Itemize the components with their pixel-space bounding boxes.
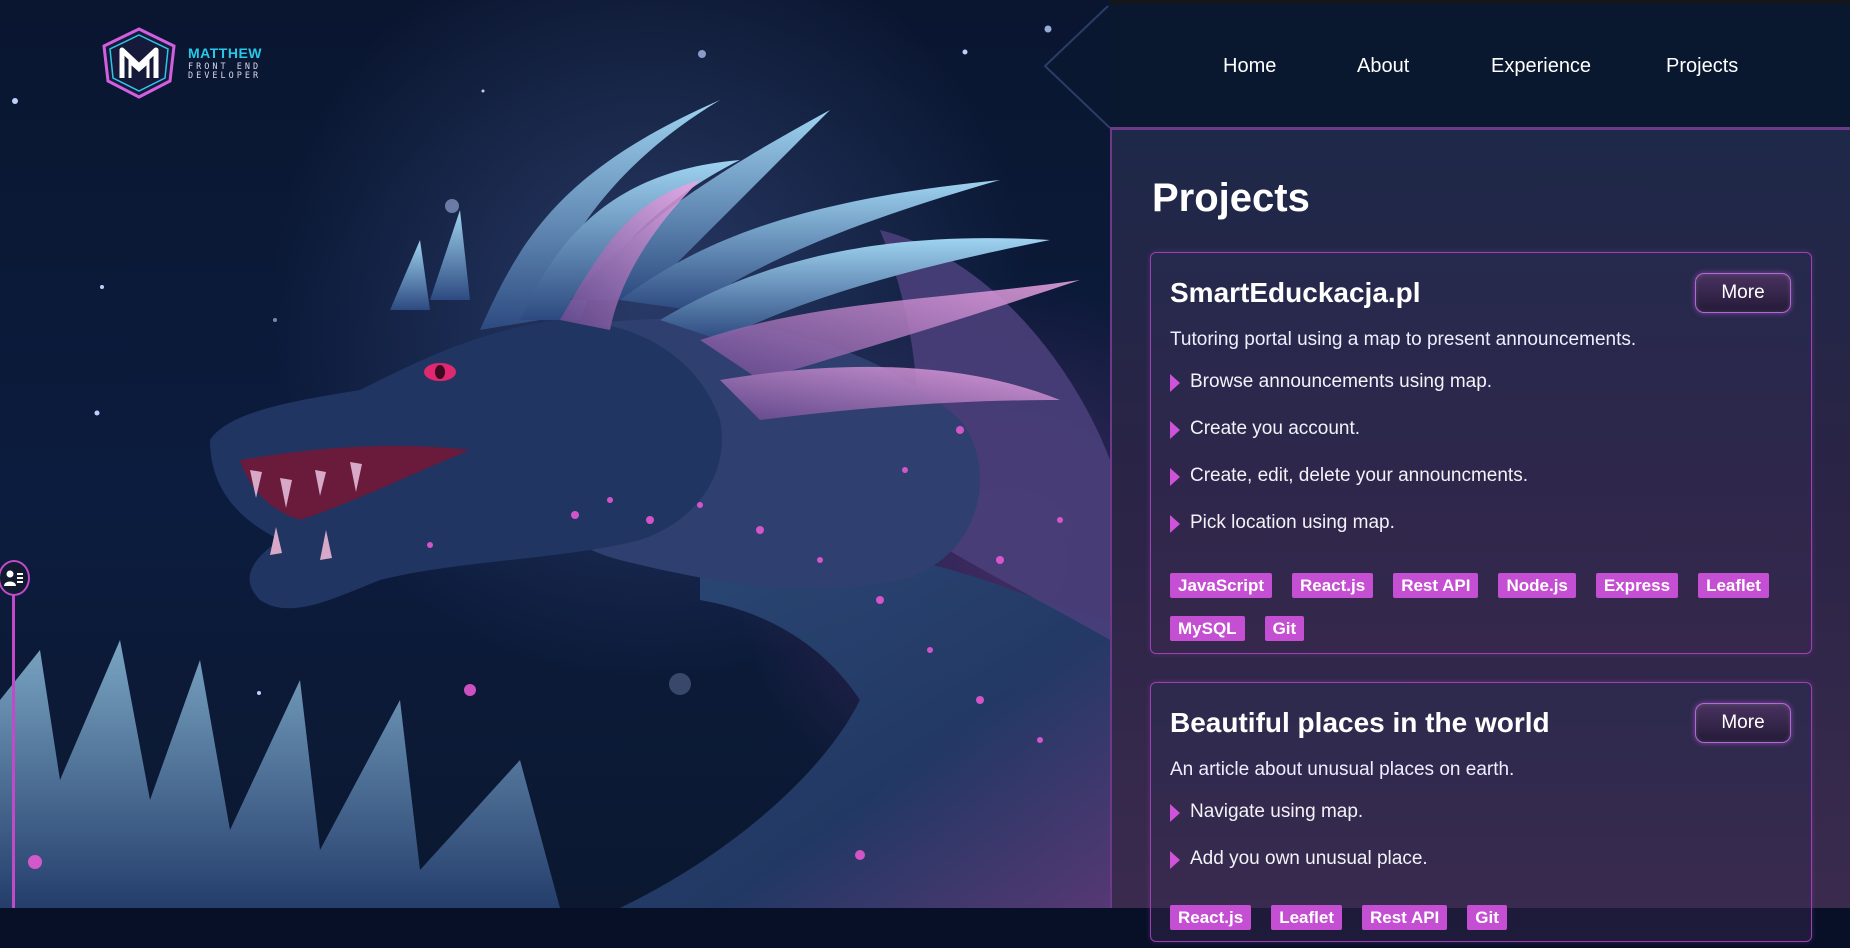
side-timeline-line bbox=[12, 592, 15, 908]
tech-tag: Node.js bbox=[1498, 573, 1576, 598]
tech-tag: Rest API bbox=[1393, 573, 1479, 598]
tech-tag: Express bbox=[1595, 573, 1679, 598]
feature-item: Pick location using map. bbox=[1170, 512, 1528, 559]
feature-text: Browse announcements using map. bbox=[1190, 371, 1493, 392]
feature-item: Create you account. bbox=[1170, 418, 1528, 465]
tech-tag: Git bbox=[1264, 616, 1305, 641]
project-description: Tutoring portal using a map to present a… bbox=[1170, 329, 1637, 350]
tech-tags: JavaScript React.js Rest API Node.js Exp… bbox=[1170, 573, 1800, 659]
project-title: Beautiful places in the world bbox=[1170, 707, 1550, 738]
more-button[interactable]: More bbox=[1695, 273, 1791, 313]
triangle-bullet-icon bbox=[1170, 851, 1180, 869]
tech-tags: React.js Leaflet Rest API Git bbox=[1170, 905, 1800, 948]
tech-tag: JavaScript bbox=[1170, 573, 1272, 598]
tech-tag: Git bbox=[1467, 905, 1507, 930]
hero-dragon-image bbox=[0, 0, 1110, 908]
feature-item: Add you own unusual place. bbox=[1170, 848, 1428, 895]
triangle-bullet-icon bbox=[1170, 421, 1180, 439]
tech-tag: React.js bbox=[1292, 573, 1374, 598]
feature-text: Add you own unusual place. bbox=[1190, 848, 1428, 869]
feature-text: Create you account. bbox=[1190, 418, 1361, 439]
feature-item: Navigate using map. bbox=[1170, 801, 1428, 848]
feature-list: Browse announcements using map. Create y… bbox=[1170, 371, 1528, 559]
tech-tag: MySQL bbox=[1170, 616, 1245, 641]
tech-tag: React.js bbox=[1170, 905, 1252, 930]
tech-tag: Rest API bbox=[1362, 905, 1448, 930]
feature-text: Create, edit, delete your announcments. bbox=[1190, 465, 1528, 486]
triangle-bullet-icon bbox=[1170, 468, 1180, 486]
tech-tag: Leaflet bbox=[1271, 905, 1342, 930]
feature-list: Navigate using map. Add you own unusual … bbox=[1170, 801, 1428, 895]
triangle-bullet-icon bbox=[1170, 374, 1180, 392]
projects-panel[interactable]: Projects SmartEduckacja.pl More Tutoring… bbox=[1110, 128, 1850, 942]
contact-card-icon bbox=[4, 570, 23, 586]
more-button[interactable]: More bbox=[1695, 703, 1791, 743]
feature-item: Browse announcements using map. bbox=[1170, 371, 1528, 418]
triangle-bullet-icon bbox=[1170, 515, 1180, 533]
project-title: SmartEduckacja.pl bbox=[1170, 277, 1421, 308]
nav-link-home[interactable]: Home bbox=[1223, 55, 1276, 78]
nav-link-experience[interactable]: Experience bbox=[1491, 55, 1591, 78]
project-card: SmartEduckacja.pl More Tutoring portal u… bbox=[1150, 252, 1812, 654]
main-nav: Home About Experience Projects bbox=[0, 55, 1850, 85]
project-description: An article about unusual places on earth… bbox=[1170, 759, 1515, 780]
project-card: Beautiful places in the world More An ar… bbox=[1150, 682, 1812, 942]
nav-link-projects[interactable]: Projects bbox=[1666, 55, 1738, 78]
feature-text: Navigate using map. bbox=[1190, 801, 1364, 822]
tech-tag: Leaflet bbox=[1698, 573, 1769, 598]
projects-title: Projects bbox=[1152, 176, 1310, 220]
triangle-bullet-icon bbox=[1170, 804, 1180, 822]
nav-link-about[interactable]: About bbox=[1357, 55, 1409, 78]
dragon-illustration bbox=[0, 25, 1110, 908]
feature-item: Create, edit, delete your announcments. bbox=[1170, 465, 1528, 512]
feature-text: Pick location using map. bbox=[1190, 512, 1395, 533]
